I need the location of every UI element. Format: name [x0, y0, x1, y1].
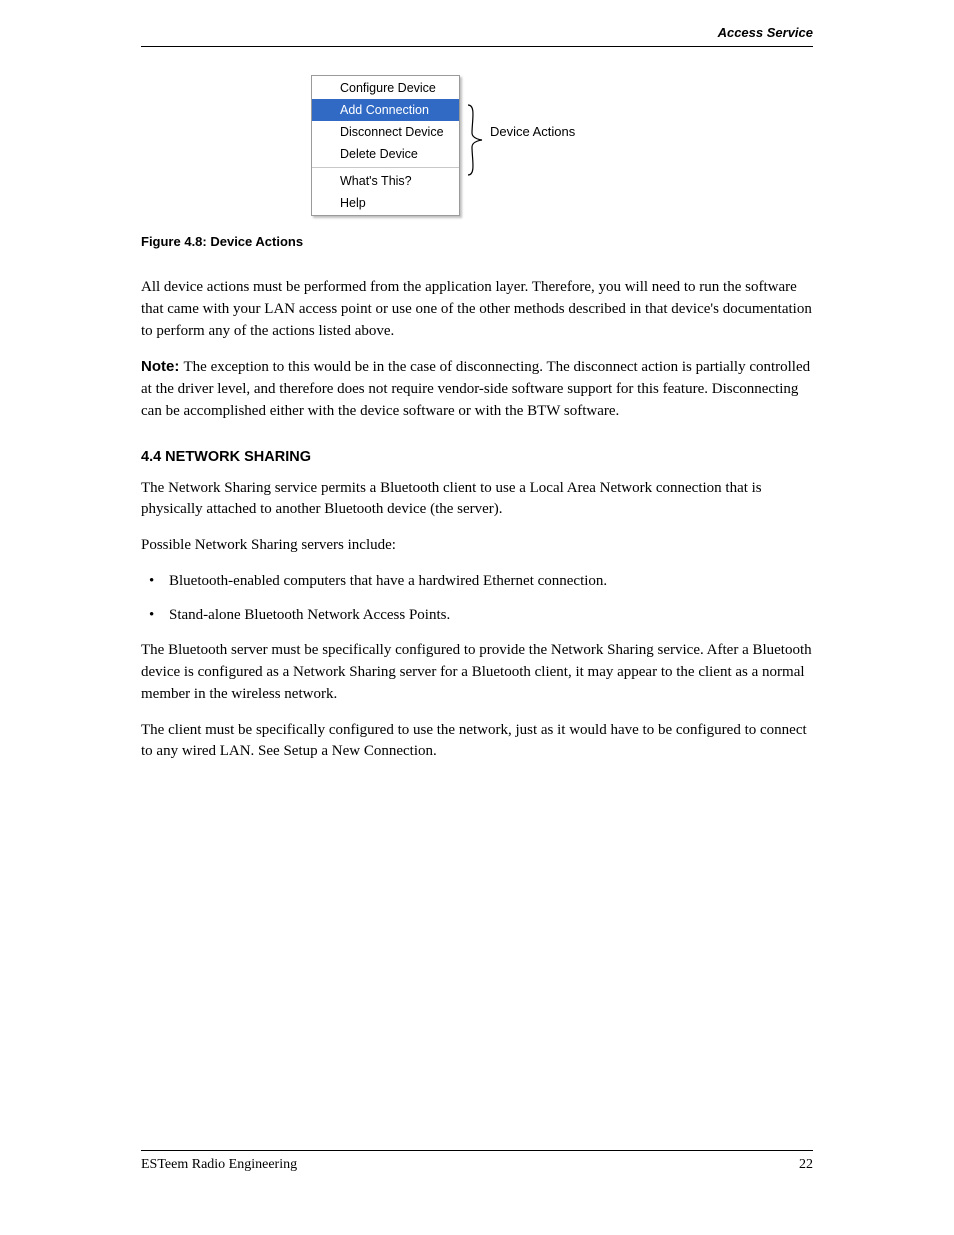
menu-item-add-connection[interactable]: Add Connection	[312, 99, 459, 121]
section-heading: 4.4 NETWORK SHARING	[141, 447, 813, 468]
bullet-icon: •	[141, 605, 169, 627]
menu-separator	[312, 167, 459, 168]
brace-annotation: Device Actions	[460, 75, 506, 216]
paragraph-text: The client must be specifically configur…	[141, 722, 807, 760]
paragraph-text: .	[433, 743, 437, 759]
paragraph: The Bluetooth server must be specificall…	[141, 640, 813, 705]
list-item: • Stand-alone Bluetooth Network Access P…	[141, 605, 813, 627]
menu-item-configure-device[interactable]: Configure Device	[312, 77, 459, 99]
top-rule	[141, 46, 813, 47]
paragraph: The client must be specifically configur…	[141, 720, 813, 764]
page-footer: ESTeem Radio Engineering 22	[141, 1150, 813, 1173]
list-item: • Bluetooth-enabled computers that have …	[141, 571, 813, 593]
note-text: The exception to this would be in the ca…	[141, 359, 810, 419]
list-item-text: Stand-alone Bluetooth Network Access Poi…	[169, 607, 450, 623]
bullet-list: • Bluetooth-enabled computers that have …	[141, 571, 813, 627]
paragraph: All device actions must be performed fro…	[141, 277, 813, 342]
footer-page-number: 22	[799, 1157, 813, 1173]
brace-label: Device Actions	[490, 124, 575, 139]
menu-item-help[interactable]: Help	[312, 192, 459, 214]
menu-item-whats-this[interactable]: What's This?	[312, 170, 459, 192]
figure-caption: Figure 4.8: Device Actions	[141, 234, 813, 249]
bullet-icon: •	[141, 571, 169, 593]
menu-item-delete-device[interactable]: Delete Device	[312, 143, 459, 165]
list-item-text: Bluetooth-enabled computers that have a …	[169, 573, 607, 589]
header-right: Access Service	[718, 25, 813, 40]
menu-item-disconnect-device[interactable]: Disconnect Device	[312, 121, 459, 143]
footer-left: ESTeem Radio Engineering	[141, 1157, 297, 1173]
note-label: Note:	[141, 358, 184, 375]
context-menu-figure: Configure Device Add Connection Disconne…	[311, 75, 813, 216]
cross-reference-link[interactable]: Setup a New Connection	[283, 743, 433, 759]
brace-icon	[466, 103, 484, 177]
paragraph-note: Note: The exception to this would be in …	[141, 356, 813, 422]
paragraph: The Network Sharing service permits a Bl…	[141, 478, 813, 522]
paragraph: Possible Network Sharing servers include…	[141, 535, 813, 557]
context-menu: Configure Device Add Connection Disconne…	[311, 75, 460, 216]
bottom-rule	[141, 1150, 813, 1151]
